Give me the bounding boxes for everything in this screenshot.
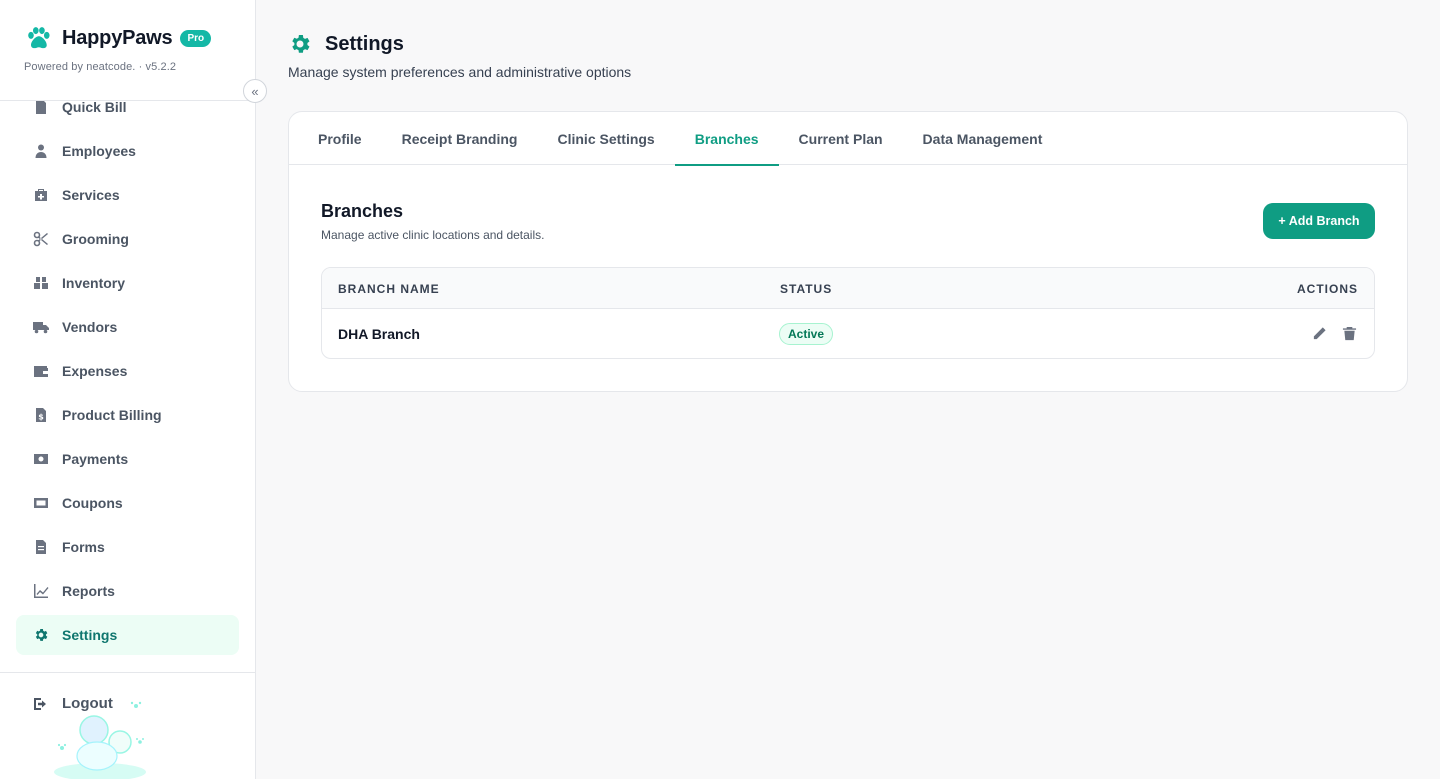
tab-branches[interactable]: Branches (674, 112, 779, 166)
tab-clinic-settings[interactable]: Clinic Settings (537, 112, 674, 165)
logout-icon (34, 697, 46, 710)
document-icon (33, 99, 49, 115)
sidebar-item-reports[interactable]: Reports (16, 571, 239, 611)
svg-text:$: $ (38, 413, 44, 422)
pets-illustration-icon (54, 701, 146, 779)
tab-receipt-branding[interactable]: Receipt Branding (382, 112, 538, 165)
person-icon (33, 143, 49, 159)
paw-logo-icon (28, 27, 50, 49)
sidebar-item-label: Reports (62, 583, 115, 599)
sidebar-divider (0, 672, 256, 673)
sidebar-item-services[interactable]: Services (16, 175, 239, 215)
sidebar-header-divider (0, 100, 256, 101)
section-title: Branches (321, 201, 404, 221)
sidebar-item-vendors[interactable]: Vendors (16, 307, 239, 347)
sidebar-item-label: Coupons (62, 495, 123, 511)
sidebar-item-label: Grooming (62, 231, 129, 247)
sidebar-item-label: Vendors (62, 319, 118, 335)
gear-icon (292, 35, 310, 53)
tab-profile[interactable]: Profile (298, 112, 382, 165)
column-header-actions: ACTIONS (1297, 282, 1358, 296)
settings-tabs: Profile Receipt Branding Clinic Settings… (289, 112, 1407, 166)
sidebar-item-payments[interactable]: Payments (16, 439, 239, 479)
sidebar-item-coupons[interactable]: Coupons (16, 483, 239, 523)
brand-name: HappyPaws (62, 26, 173, 49)
table-header: BRANCH NAME STATUS ACTIONS (322, 268, 1374, 309)
sidebar-item-label: Payments (62, 451, 129, 467)
truck-icon (33, 319, 49, 335)
section-subtitle: Manage active clinic locations and detai… (321, 228, 545, 242)
sidebar-item-label: Quick Bill (62, 99, 127, 115)
page-subtitle: Manage system preferences and administra… (288, 64, 632, 80)
sidebar-item-grooming[interactable]: Grooming (16, 219, 239, 259)
pro-badge: Pro (180, 29, 212, 47)
trash-icon[interactable] (1340, 324, 1358, 342)
sidebar-item-label: Settings (62, 627, 118, 643)
chevrons-left-icon: « (251, 83, 259, 99)
tab-data-management[interactable]: Data Management (903, 112, 1063, 165)
gear-icon (33, 627, 49, 643)
sidebar-item-label: Employees (62, 143, 136, 159)
sidebar-item-label: Inventory (62, 275, 126, 291)
sidebar-item-label: Product Billing (62, 407, 162, 423)
sidebar-item-forms[interactable]: Forms (16, 527, 239, 567)
status-badge: Active (779, 323, 834, 345)
sidebar-item-inventory[interactable]: Inventory (16, 263, 239, 303)
sidebar-item-label: Forms (62, 539, 105, 555)
chart-line-icon (33, 583, 49, 599)
sidebar-nav: Quick Bill Employees Services Grooming I… (16, 87, 239, 659)
ticket-icon (33, 495, 49, 511)
wallet-icon (33, 363, 49, 379)
sidebar: HappyPaws Pro Powered by neatcode. · v5.… (0, 0, 256, 779)
powered-by-text: Powered by neatcode. · v5.2.2 (24, 61, 177, 73)
page-title: Settings (325, 32, 404, 55)
medical-bag-icon (33, 187, 49, 203)
sidebar-item-product-billing[interactable]: $ Product Billing (16, 395, 239, 435)
form-icon (33, 539, 49, 555)
column-header-branch-name[interactable]: BRANCH NAME (338, 282, 440, 296)
sidebar-item-label: Services (62, 187, 120, 203)
settings-card: Profile Receipt Branding Clinic Settings… (288, 111, 1408, 392)
add-branch-button[interactable]: + Add Branch (1263, 203, 1375, 239)
edit-icon[interactable] (1310, 324, 1328, 342)
sidebar-item-employees[interactable]: Employees (16, 131, 239, 171)
sidebar-item-settings[interactable]: Settings (16, 615, 239, 655)
brand[interactable]: HappyPaws Pro (24, 24, 212, 52)
page-header: Settings Manage system preferences and a… (288, 32, 632, 81)
sidebar-item-expenses[interactable]: Expenses (16, 351, 239, 391)
collapse-sidebar-button[interactable]: « (243, 79, 267, 103)
branch-name-cell: DHA Branch (338, 326, 420, 342)
column-header-status[interactable]: STATUS (780, 282, 832, 296)
branches-table: BRANCH NAME STATUS ACTIONS DHA Branch Ac… (321, 267, 1375, 359)
invoice-dollar-icon: $ (33, 407, 49, 423)
sidebar-item-quick-bill[interactable]: Quick Bill (16, 87, 239, 127)
cash-icon (33, 451, 49, 467)
table-row[interactable]: DHA Branch Active (322, 309, 1374, 358)
boxes-icon (33, 275, 49, 291)
sidebar-item-label: Expenses (62, 363, 128, 379)
tab-current-plan[interactable]: Current Plan (779, 112, 903, 165)
scissors-icon (33, 231, 49, 247)
